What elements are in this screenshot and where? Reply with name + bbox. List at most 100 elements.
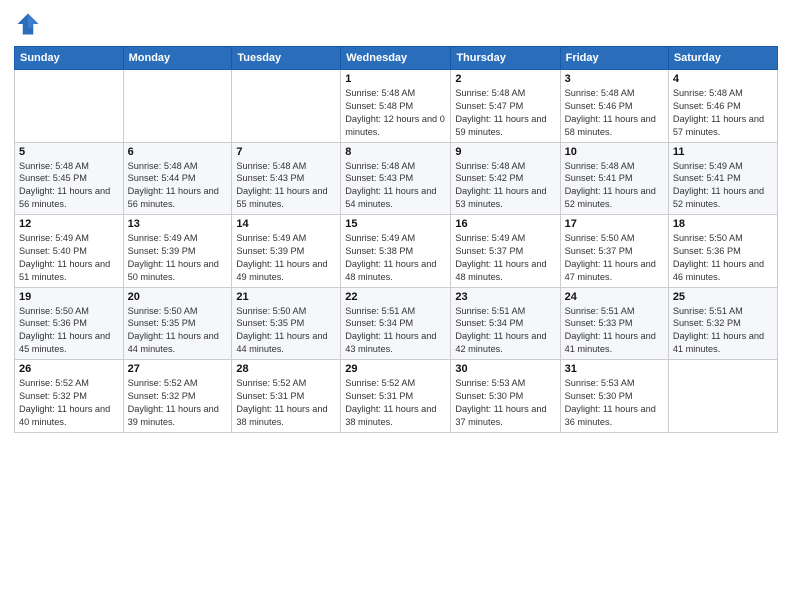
calendar-week-3: 19 Sunrise: 5:50 AM Sunset: 5:36 PM Dayli… <box>15 287 778 360</box>
calendar-cell: 25Sunrise: 5:51 AM Sunset: 5:32 PM Dayli… <box>668 287 777 360</box>
day-number: 27 <box>128 363 228 375</box>
calendar-cell: 2 Sunrise: 5:48 AM Sunset: 5:47 PM Daylig… <box>451 70 560 143</box>
calendar-header: SundayMondayTuesdayWednesdayThursdayFrid… <box>15 47 778 70</box>
day-info: Sunrise: 5:52 AM Sunset: 5:31 PM Dayligh… <box>236 377 336 429</box>
day-number: 17 <box>565 218 664 230</box>
day-number: 15 <box>345 218 446 230</box>
day-info: Sunrise: 5:48 AM Sunset: 5:42 PM Dayligh… <box>455 160 555 212</box>
calendar-cell: 20 Sunrise: 5:50 AM Sunset: 5:35 PM Dayli… <box>123 287 232 360</box>
day-number: 30 <box>455 363 555 375</box>
calendar-week-2: 12Sunrise: 5:49 AM Sunset: 5:40 PM Dayli… <box>15 215 778 288</box>
day-info: Sunrise: 5:49 AM Sunset: 5:41 PM Dayligh… <box>673 160 773 212</box>
calendar-week-4: 26 Sunrise: 5:52 AM Sunset: 5:32 PM Dayli… <box>15 360 778 433</box>
calendar-cell: 31 Sunrise: 5:53 AM Sunset: 5:30 PM Dayli… <box>560 360 668 433</box>
day-info: Sunrise: 5:50 AM Sunset: 5:36 PM Dayligh… <box>673 232 773 284</box>
calendar-week-0: 1 Sunrise: 5:48 AM Sunset: 5:48 PM Daylig… <box>15 70 778 143</box>
calendar-cell: 6Sunrise: 5:48 AM Sunset: 5:44 PM Daylig… <box>123 142 232 215</box>
day-info: Sunrise: 5:49 AM Sunset: 5:38 PM Dayligh… <box>345 232 446 284</box>
calendar-cell: 3 Sunrise: 5:48 AM Sunset: 5:46 PM Daylig… <box>560 70 668 143</box>
day-number: 3 <box>565 73 664 85</box>
weekday-header-thursday: Thursday <box>451 47 560 70</box>
day-info: Sunrise: 5:48 AM Sunset: 5:48 PM Dayligh… <box>345 87 446 139</box>
day-info: Sunrise: 5:48 AM Sunset: 5:46 PM Dayligh… <box>565 87 664 139</box>
day-number: 4 <box>673 73 773 85</box>
day-info: Sunrise: 5:49 AM Sunset: 5:39 PM Dayligh… <box>236 232 336 284</box>
day-number: 11 <box>673 146 773 158</box>
calendar-cell: 27 Sunrise: 5:52 AM Sunset: 5:32 PM Dayli… <box>123 360 232 433</box>
calendar-cell: 11 Sunrise: 5:49 AM Sunset: 5:41 PM Dayli… <box>668 142 777 215</box>
day-number: 20 <box>128 291 228 303</box>
weekday-row: SundayMondayTuesdayWednesdayThursdayFrid… <box>15 47 778 70</box>
calendar-cell <box>15 70 124 143</box>
day-number: 16 <box>455 218 555 230</box>
day-number: 26 <box>19 363 119 375</box>
day-number: 14 <box>236 218 336 230</box>
day-info: Sunrise: 5:52 AM Sunset: 5:32 PM Dayligh… <box>128 377 228 429</box>
day-info: Sunrise: 5:51 AM Sunset: 5:33 PM Dayligh… <box>565 305 664 357</box>
day-number: 19 <box>19 291 119 303</box>
calendar-cell: 7 Sunrise: 5:48 AM Sunset: 5:43 PM Daylig… <box>232 142 341 215</box>
day-number: 31 <box>565 363 664 375</box>
calendar-cell: 4 Sunrise: 5:48 AM Sunset: 5:46 PM Daylig… <box>668 70 777 143</box>
calendar-cell: 16 Sunrise: 5:49 AM Sunset: 5:37 PM Dayli… <box>451 215 560 288</box>
day-info: Sunrise: 5:48 AM Sunset: 5:41 PM Dayligh… <box>565 160 664 212</box>
day-info: Sunrise: 5:50 AM Sunset: 5:37 PM Dayligh… <box>565 232 664 284</box>
day-info: Sunrise: 5:49 AM Sunset: 5:37 PM Dayligh… <box>455 232 555 284</box>
weekday-header-wednesday: Wednesday <box>341 47 451 70</box>
day-number: 10 <box>565 146 664 158</box>
calendar-cell: 19 Sunrise: 5:50 AM Sunset: 5:36 PM Dayli… <box>15 287 124 360</box>
calendar-cell: 23 Sunrise: 5:51 AM Sunset: 5:34 PM Dayli… <box>451 287 560 360</box>
logo <box>14 10 46 38</box>
day-number: 18 <box>673 218 773 230</box>
calendar-cell: 24 Sunrise: 5:51 AM Sunset: 5:33 PM Dayli… <box>560 287 668 360</box>
calendar-body: 1 Sunrise: 5:48 AM Sunset: 5:48 PM Daylig… <box>15 70 778 433</box>
calendar-cell: 5Sunrise: 5:48 AM Sunset: 5:45 PM Daylig… <box>15 142 124 215</box>
day-number: 7 <box>236 146 336 158</box>
day-info: Sunrise: 5:48 AM Sunset: 5:43 PM Dayligh… <box>345 160 446 212</box>
day-info: Sunrise: 5:51 AM Sunset: 5:32 PM Dayligh… <box>673 305 773 357</box>
calendar-table: SundayMondayTuesdayWednesdayThursdayFrid… <box>14 46 778 433</box>
day-number: 12 <box>19 218 119 230</box>
calendar-cell: 10 Sunrise: 5:48 AM Sunset: 5:41 PM Dayli… <box>560 142 668 215</box>
day-info: Sunrise: 5:50 AM Sunset: 5:36 PM Dayligh… <box>19 305 119 357</box>
day-number: 6 <box>128 146 228 158</box>
calendar-cell: 13 Sunrise: 5:49 AM Sunset: 5:39 PM Dayli… <box>123 215 232 288</box>
day-info: Sunrise: 5:53 AM Sunset: 5:30 PM Dayligh… <box>565 377 664 429</box>
calendar-cell: 17 Sunrise: 5:50 AM Sunset: 5:37 PM Dayli… <box>560 215 668 288</box>
weekday-header-tuesday: Tuesday <box>232 47 341 70</box>
calendar-cell <box>123 70 232 143</box>
day-number: 23 <box>455 291 555 303</box>
day-info: Sunrise: 5:48 AM Sunset: 5:47 PM Dayligh… <box>455 87 555 139</box>
weekday-header-sunday: Sunday <box>15 47 124 70</box>
day-info: Sunrise: 5:50 AM Sunset: 5:35 PM Dayligh… <box>128 305 228 357</box>
day-number: 13 <box>128 218 228 230</box>
calendar-cell: 18 Sunrise: 5:50 AM Sunset: 5:36 PM Dayli… <box>668 215 777 288</box>
day-number: 22 <box>345 291 446 303</box>
day-number: 28 <box>236 363 336 375</box>
day-info: Sunrise: 5:49 AM Sunset: 5:39 PM Dayligh… <box>128 232 228 284</box>
calendar-cell: 15 Sunrise: 5:49 AM Sunset: 5:38 PM Dayli… <box>341 215 451 288</box>
calendar-cell: 12Sunrise: 5:49 AM Sunset: 5:40 PM Dayli… <box>15 215 124 288</box>
day-info: Sunrise: 5:53 AM Sunset: 5:30 PM Dayligh… <box>455 377 555 429</box>
calendar-cell: 22Sunrise: 5:51 AM Sunset: 5:34 PM Dayli… <box>341 287 451 360</box>
page: SundayMondayTuesdayWednesdayThursdayFrid… <box>0 0 792 612</box>
day-info: Sunrise: 5:48 AM Sunset: 5:46 PM Dayligh… <box>673 87 773 139</box>
day-number: 24 <box>565 291 664 303</box>
weekday-header-friday: Friday <box>560 47 668 70</box>
day-number: 5 <box>19 146 119 158</box>
calendar-cell: 9 Sunrise: 5:48 AM Sunset: 5:42 PM Daylig… <box>451 142 560 215</box>
day-number: 1 <box>345 73 446 85</box>
day-info: Sunrise: 5:52 AM Sunset: 5:32 PM Dayligh… <box>19 377 119 429</box>
day-number: 9 <box>455 146 555 158</box>
day-number: 2 <box>455 73 555 85</box>
calendar-cell: 21Sunrise: 5:50 AM Sunset: 5:35 PM Dayli… <box>232 287 341 360</box>
day-info: Sunrise: 5:48 AM Sunset: 5:43 PM Dayligh… <box>236 160 336 212</box>
calendar-cell: 26 Sunrise: 5:52 AM Sunset: 5:32 PM Dayli… <box>15 360 124 433</box>
calendar-cell <box>232 70 341 143</box>
day-info: Sunrise: 5:52 AM Sunset: 5:31 PM Dayligh… <box>345 377 446 429</box>
calendar-cell: 30 Sunrise: 5:53 AM Sunset: 5:30 PM Dayli… <box>451 360 560 433</box>
day-number: 8 <box>345 146 446 158</box>
day-info: Sunrise: 5:51 AM Sunset: 5:34 PM Dayligh… <box>455 305 555 357</box>
day-info: Sunrise: 5:50 AM Sunset: 5:35 PM Dayligh… <box>236 305 336 357</box>
calendar-week-1: 5Sunrise: 5:48 AM Sunset: 5:45 PM Daylig… <box>15 142 778 215</box>
